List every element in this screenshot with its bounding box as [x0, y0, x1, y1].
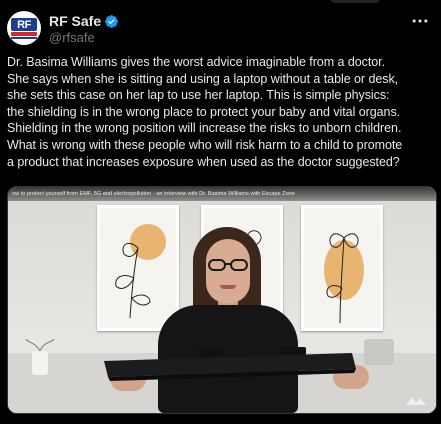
video-media[interactable]: ow to protect yourself from EMF, 5G and … [7, 186, 437, 414]
glasses-icon [208, 259, 248, 271]
top-edge [0, 0, 441, 4]
tweet-text: Dr. Basima Williams gives the worst advi… [7, 55, 403, 169]
avatar[interactable]: RF [7, 11, 41, 45]
person-face [206, 239, 250, 303]
person-mouth [220, 285, 236, 289]
display-name[interactable]: RF Safe [49, 13, 101, 29]
name-row: RF Safe [49, 12, 119, 30]
handle[interactable]: @rfsafe [49, 30, 95, 45]
avatar-logo-stripe [11, 32, 37, 36]
watermark-icon [406, 397, 426, 405]
wall-art-right [301, 205, 383, 331]
avatar-logo-text: RF [17, 19, 31, 31]
bottom-edge [0, 416, 441, 424]
avatar-logo-underline [11, 37, 37, 39]
tweet-header: RF RF Safe @rfsafe [7, 9, 434, 45]
vase-decor [25, 338, 55, 375]
laptop-case [104, 347, 356, 381]
verified-badge-icon [105, 14, 119, 28]
flower-art-left [115, 224, 166, 319]
wall-art-left [97, 205, 179, 331]
top-pill [330, 0, 380, 3]
more-horizontal-icon[interactable] [410, 11, 430, 31]
flower-art-right [324, 233, 364, 324]
video-title: ow to protect yourself from EMF, 5G and … [8, 187, 436, 201]
lamp-decor [364, 339, 394, 365]
